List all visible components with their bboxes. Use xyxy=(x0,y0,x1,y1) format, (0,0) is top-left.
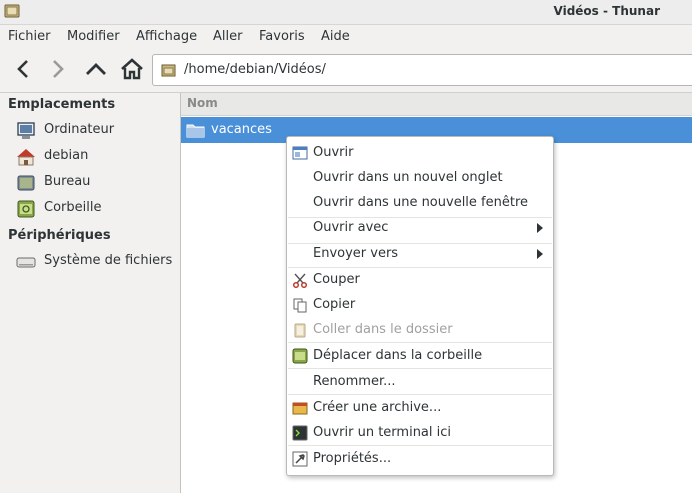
menu-item-terminal[interactable]: Ouvrir un terminal ici xyxy=(287,421,553,445)
home-icon xyxy=(17,149,35,166)
open-icon xyxy=(292,146,308,160)
sidebar-item-corbeille[interactable]: Corbeille xyxy=(16,198,178,220)
menu-item-ouvrir[interactable]: Ouvrir xyxy=(287,141,553,165)
trash-icon xyxy=(17,200,35,218)
menu-separator xyxy=(288,342,552,343)
menu-item-label: Ouvrir dans un nouvel onglet xyxy=(313,170,503,185)
menu-item-label: Copier xyxy=(313,297,356,312)
menu-item-label: Déplacer dans la corbeille xyxy=(313,348,483,363)
properties-icon xyxy=(292,451,308,467)
menu-item-renommer[interactable]: Renommer... xyxy=(287,370,553,394)
column-header-label: Nom xyxy=(187,96,218,110)
menu-bar: Fichier Modifier Affichage Aller Favoris… xyxy=(0,25,692,48)
location-bar[interactable]: /home/debian/Vidéos/ xyxy=(152,54,692,86)
file-name: vacances xyxy=(211,122,272,137)
menu-item-ouvrir-onglet[interactable]: Ouvrir dans un nouvel onglet xyxy=(287,166,553,190)
sidebar-item-ordinateur[interactable]: Ordinateur xyxy=(16,120,178,142)
places-header: Emplacements xyxy=(8,97,116,112)
menu-item-ouvrir-fenetre[interactable]: Ouvrir dans une nouvelle fenêtre xyxy=(287,191,553,215)
up-icon[interactable] xyxy=(83,56,109,82)
menu-aide[interactable]: Aide xyxy=(321,29,350,44)
forward-icon[interactable] xyxy=(45,56,71,82)
computer-icon xyxy=(17,122,35,139)
window-title: Vidéos - Thunar xyxy=(553,4,660,18)
menu-item-label: Renommer... xyxy=(313,374,396,389)
title-bar: Vidéos - Thunar xyxy=(0,0,692,25)
sidebar-item-bureau[interactable]: Bureau xyxy=(16,172,178,194)
menu-modifier[interactable]: Modifier xyxy=(67,29,120,44)
menu-separator xyxy=(288,394,552,395)
sidebar-item-systeme-de-fichiers[interactable]: Système de fichiers xyxy=(16,251,178,273)
folder-icon xyxy=(186,124,205,138)
folder-location-icon xyxy=(161,64,176,77)
sidebar: Emplacements Ordinateur debian Bureau Co… xyxy=(0,93,181,493)
menu-item-copier[interactable]: Copier xyxy=(287,293,553,317)
menu-item-envoyer-vers[interactable]: Envoyer vers xyxy=(287,242,553,266)
devices-header: Périphériques xyxy=(8,228,111,243)
menu-item-deplacer-corbeille[interactable]: Déplacer dans la corbeille xyxy=(287,344,553,368)
back-icon[interactable] xyxy=(10,56,36,82)
menu-item-label: Ouvrir xyxy=(313,145,354,160)
menu-item-label: Envoyer vers xyxy=(313,246,399,261)
menu-item-ouvrir-avec[interactable]: Ouvrir avec xyxy=(287,216,553,240)
menu-affichage[interactable]: Affichage xyxy=(136,29,197,44)
menu-item-couper[interactable]: Couper xyxy=(287,268,553,292)
menu-aller[interactable]: Aller xyxy=(213,29,242,44)
sidebar-item-debian[interactable]: debian xyxy=(16,146,178,168)
menu-fichier[interactable]: Fichier xyxy=(8,29,51,44)
sidebar-item-label: Corbeille xyxy=(44,200,102,215)
home-icon[interactable] xyxy=(119,56,145,82)
submenu-arrow-icon xyxy=(537,223,543,233)
archive-icon xyxy=(292,402,308,415)
menu-item-proprietes[interactable]: Propriétés... xyxy=(287,447,553,471)
drive-icon xyxy=(16,257,36,268)
paste-icon xyxy=(294,323,306,338)
sidebar-item-label: Bureau xyxy=(44,174,91,189)
menu-item-label: Propriétés... xyxy=(313,451,392,466)
menu-item-coller: Coller dans le dossier xyxy=(287,318,553,342)
submenu-arrow-icon xyxy=(537,249,543,259)
trash-icon xyxy=(292,348,308,364)
menu-separator xyxy=(288,368,552,369)
sidebar-item-label: Ordinateur xyxy=(44,122,115,137)
sidebar-item-label: debian xyxy=(44,148,89,163)
menu-favoris[interactable]: Favoris xyxy=(259,29,305,44)
location-path: /home/debian/Vidéos/ xyxy=(184,62,326,77)
desktop-icon xyxy=(17,175,35,191)
menu-item-label: Coller dans le dossier xyxy=(313,322,453,337)
scissors-icon xyxy=(292,273,308,288)
sidebar-item-label: Système de fichiers xyxy=(44,253,173,268)
menu-separator xyxy=(288,445,552,446)
menu-item-label: Ouvrir un terminal ici xyxy=(313,425,452,440)
copy-icon xyxy=(293,298,307,313)
context-menu: Ouvrir Ouvrir dans un nouvel onglet Ouvr… xyxy=(286,136,554,476)
terminal-icon xyxy=(292,425,308,441)
file-manager-icon xyxy=(4,4,20,18)
column-header-nom[interactable]: Nom xyxy=(181,93,692,116)
menu-item-label: Ouvrir avec xyxy=(313,220,389,235)
menu-item-label: Créer une archive... xyxy=(313,400,442,415)
menu-item-label: Ouvrir dans une nouvelle fenêtre xyxy=(313,195,529,210)
menu-item-creer-archive[interactable]: Créer une archive... xyxy=(287,396,553,420)
menu-item-label: Couper xyxy=(313,272,360,287)
